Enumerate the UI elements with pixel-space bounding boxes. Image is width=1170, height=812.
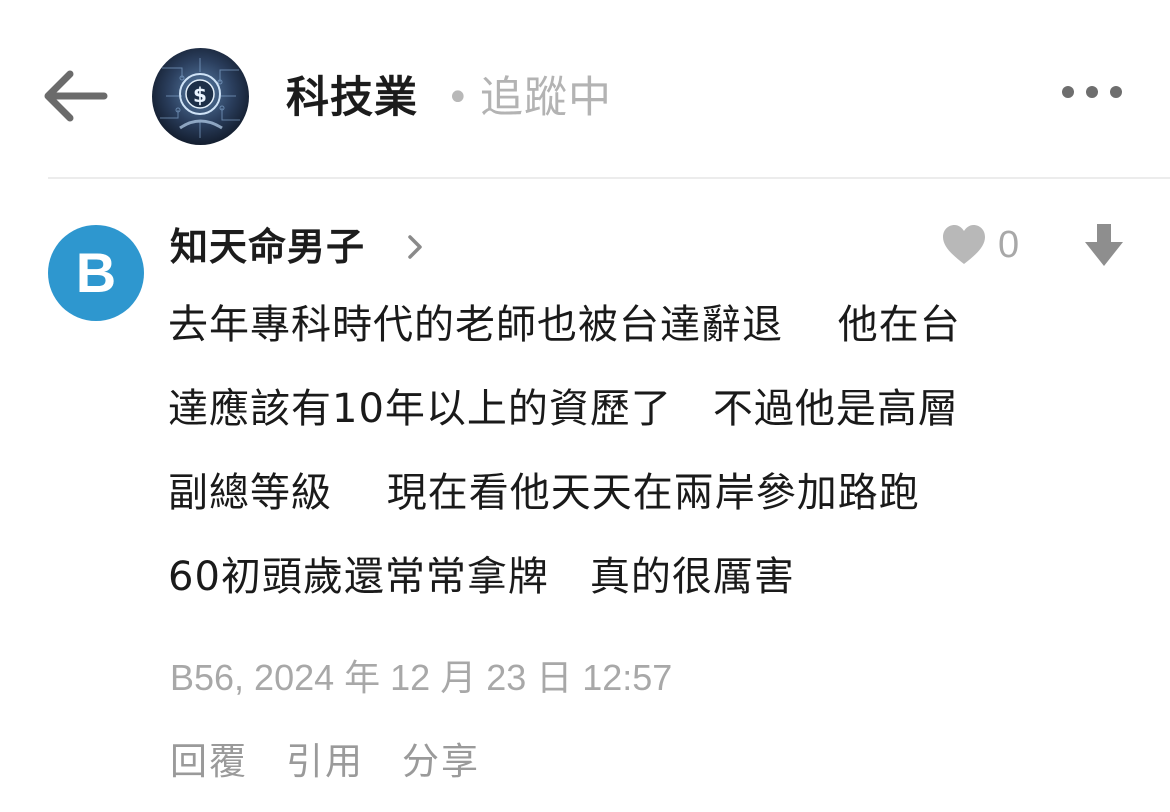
user-avatar[interactable]: B bbox=[48, 225, 144, 321]
comment-text-line: 去年專科時代的老師也被台達辭退 他在台 bbox=[168, 302, 961, 348]
svg-text:$: $ bbox=[193, 83, 207, 107]
board-avatar[interactable]: $ bbox=[152, 48, 249, 145]
heart-icon[interactable] bbox=[941, 224, 987, 266]
top-bar: $ 科技業 • 追蹤中 bbox=[0, 0, 1170, 168]
comment-actions: 回覆 引用 分享 bbox=[170, 734, 480, 790]
header-divider bbox=[48, 177, 1170, 179]
more-horizontal-icon[interactable] bbox=[1056, 74, 1128, 110]
share-button[interactable]: 分享 bbox=[402, 734, 480, 790]
follow-status-button[interactable]: 追蹤中 bbox=[480, 70, 612, 126]
arrow-down-icon[interactable] bbox=[1082, 222, 1126, 268]
title-separator: • bbox=[446, 75, 470, 121]
comment-meta: B56, 2024 年 12 月 23 日 12:57 bbox=[170, 657, 673, 698]
arrow-left-icon[interactable] bbox=[38, 62, 110, 130]
author-name[interactable]: 知天命男子 bbox=[170, 222, 365, 272]
chevron-right-icon[interactable] bbox=[404, 232, 426, 262]
reply-button[interactable]: 回覆 bbox=[170, 734, 248, 790]
comment-text-line: 60初頭歲還常常拿牌 真的很厲害 bbox=[168, 554, 795, 600]
dollar-circuit-icon: $ bbox=[152, 48, 249, 145]
board-title[interactable]: 科技業 bbox=[286, 70, 418, 126]
comment-text-line: 副總等級 現在看他天天在兩岸參加路跑 bbox=[168, 470, 920, 516]
like-count: 0 bbox=[998, 224, 1020, 266]
comment-text-line: 達應該有10年以上的資歷了 不過他是高層 bbox=[168, 386, 959, 432]
quote-button[interactable]: 引用 bbox=[286, 734, 364, 790]
